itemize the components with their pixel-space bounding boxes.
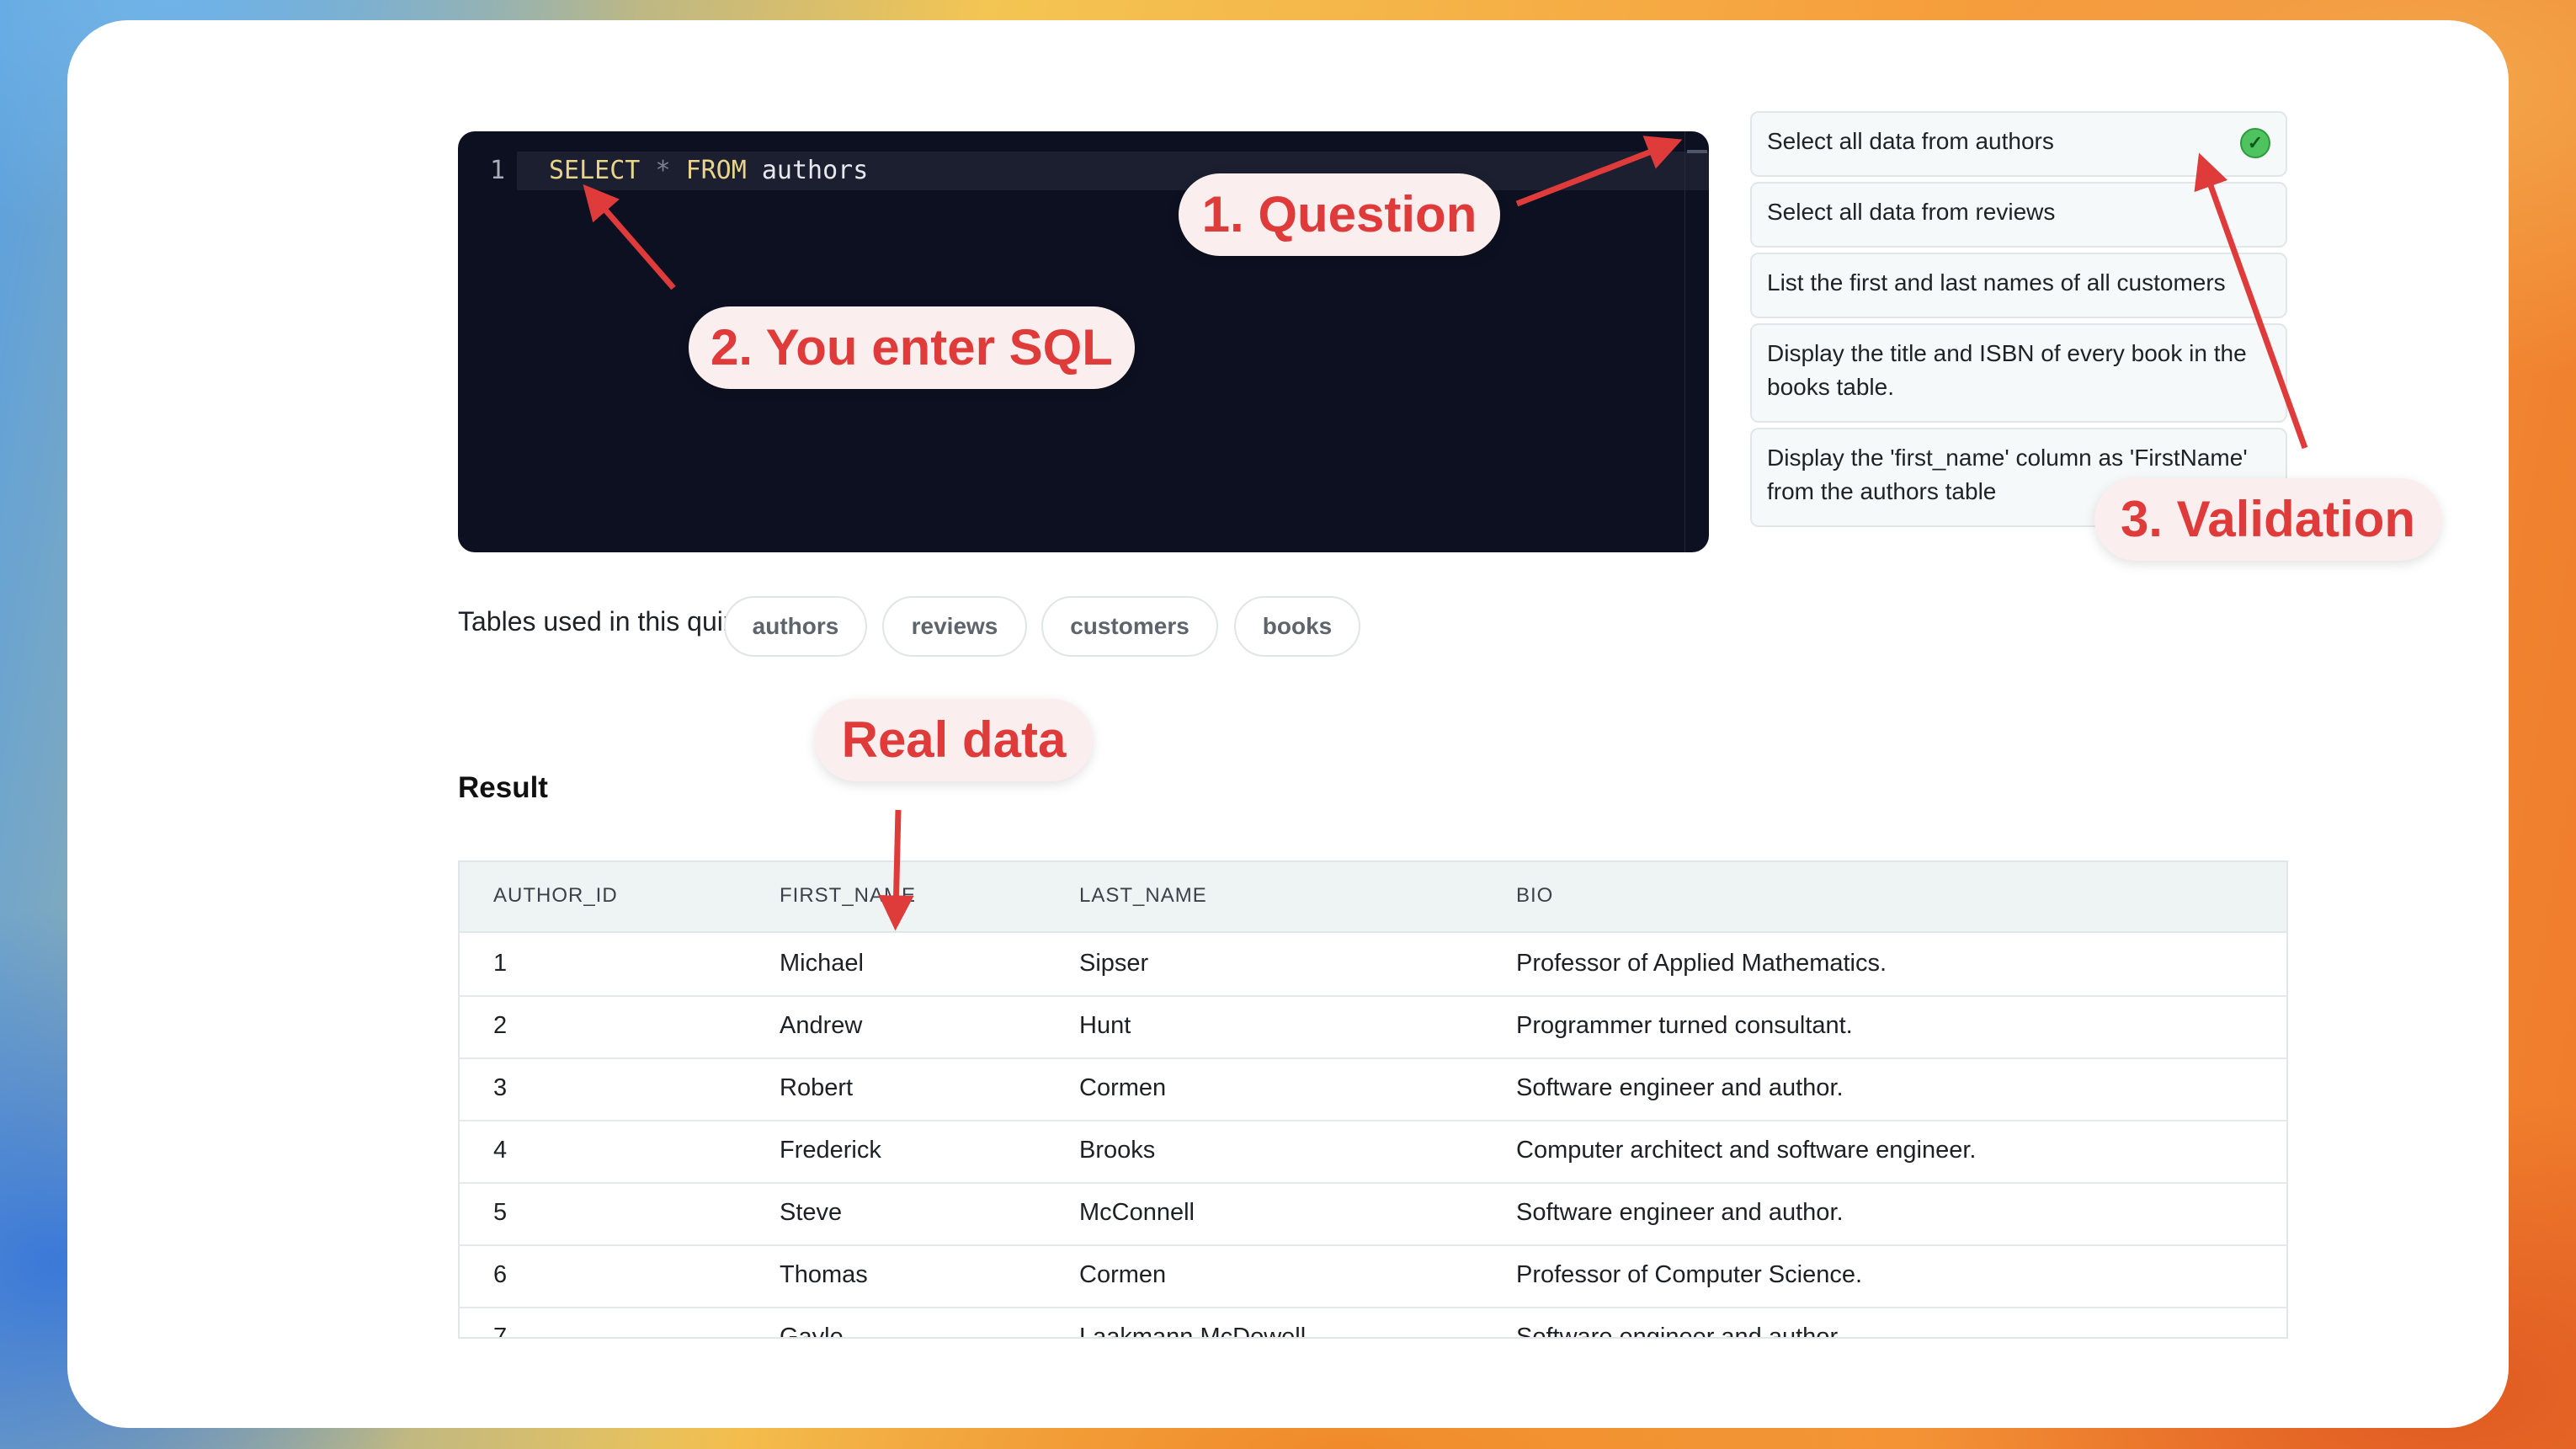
arrow-to-data — [878, 809, 914, 931]
annotation-real-data: Real data — [815, 699, 1093, 781]
arrow-to-validation — [2194, 152, 2308, 450]
arrow-to-editor — [583, 184, 676, 290]
annotation-validation: 3. Validation — [2094, 478, 2441, 561]
window-card: 1 SELECT * FROM authors Select all data … — [67, 20, 2509, 1428]
arrow-to-question — [1515, 136, 1683, 207]
annotation-enter-sql: 2. You enter SQL — [689, 306, 1135, 389]
annotation-question: 1. Question — [1179, 173, 1500, 256]
